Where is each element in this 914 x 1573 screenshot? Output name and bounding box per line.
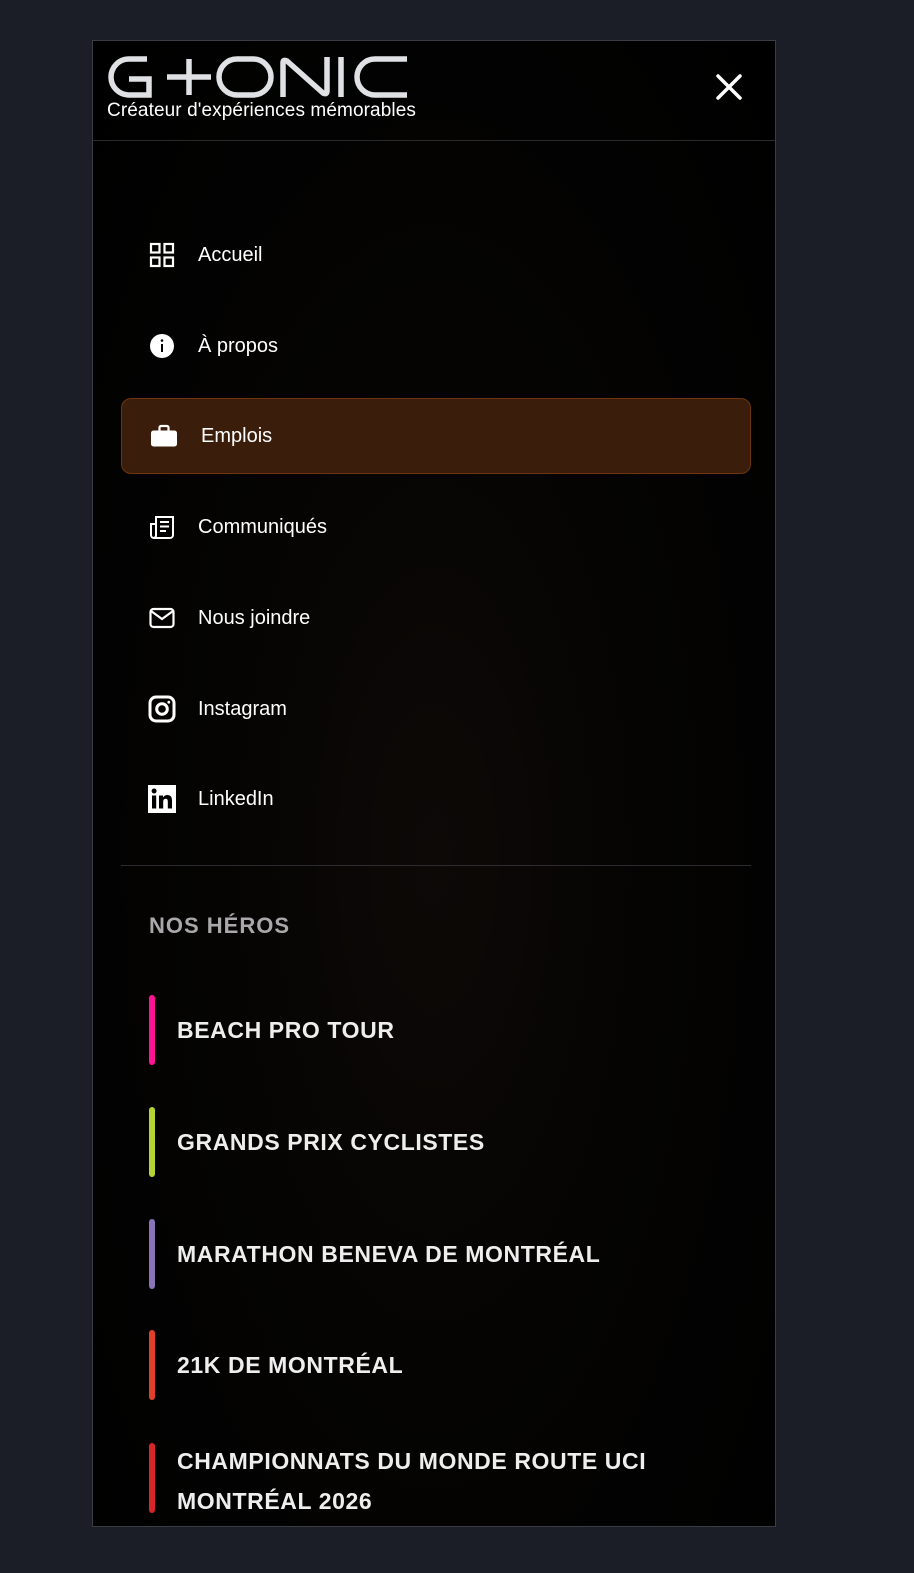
hero-color-bar — [149, 1443, 155, 1513]
nav-item-label: Accueil — [198, 243, 263, 266]
nav-item-label: LinkedIn — [198, 787, 274, 810]
nav-item-label: Nous joindre — [198, 606, 311, 629]
hero-label: BEACH PRO TOUR — [177, 1017, 395, 1043]
nav-item-a-propos[interactable]: À propos — [121, 308, 751, 384]
brand-tagline: Créateur d'expériences mémorables — [107, 100, 416, 121]
hero-color-bar — [149, 1219, 155, 1289]
brand-logo[interactable] — [107, 55, 423, 99]
drawer-header: Créateur d'expériences mémorables — [93, 41, 775, 141]
info-icon — [148, 332, 176, 360]
nav-item-linkedin[interactable]: LinkedIn — [121, 761, 751, 837]
close-icon[interactable] — [713, 71, 745, 103]
hero-label: CHAMPIONNATS DU MONDE ROUTE UCI MONTRÉAL… — [177, 1448, 647, 1514]
nav-item-nous-joindre[interactable]: Nous joindre — [121, 580, 751, 656]
hero-label: MARATHON BENEVA DE MONTRÉAL — [177, 1241, 601, 1267]
nav-item-accueil[interactable]: Accueil — [121, 217, 751, 293]
hero-color-bar — [149, 995, 155, 1065]
mail-icon — [148, 604, 176, 632]
nav-item-label: Emplois — [201, 424, 273, 447]
instagram-icon — [148, 695, 176, 723]
nav-item-label: Instagram — [198, 697, 287, 720]
hero-color-bar — [149, 1107, 155, 1177]
nav-item-emplois[interactable]: Emplois — [121, 398, 751, 474]
hero-color-bar — [149, 1330, 155, 1400]
section-divider — [121, 865, 751, 866]
nav-item-instagram[interactable]: Instagram — [121, 671, 751, 747]
nav-item-communiques[interactable]: Communiqués — [121, 489, 751, 565]
linkedin-icon — [148, 785, 176, 813]
hero-label: GRANDS PRIX CYCLISTES — [177, 1129, 485, 1155]
nav-item-label: À propos — [198, 334, 279, 357]
briefcase-icon — [150, 422, 178, 450]
heroes-section-title: NOS HÉROS — [149, 913, 291, 938]
navigation-drawer: Créateur d'expériences mémorables Accuei… — [92, 40, 776, 1527]
hero-label: 21K DE MONTRÉAL — [177, 1352, 404, 1378]
newspaper-icon — [148, 513, 176, 541]
grid-icon — [148, 241, 176, 269]
nav-item-label: Communiqués — [198, 515, 327, 538]
